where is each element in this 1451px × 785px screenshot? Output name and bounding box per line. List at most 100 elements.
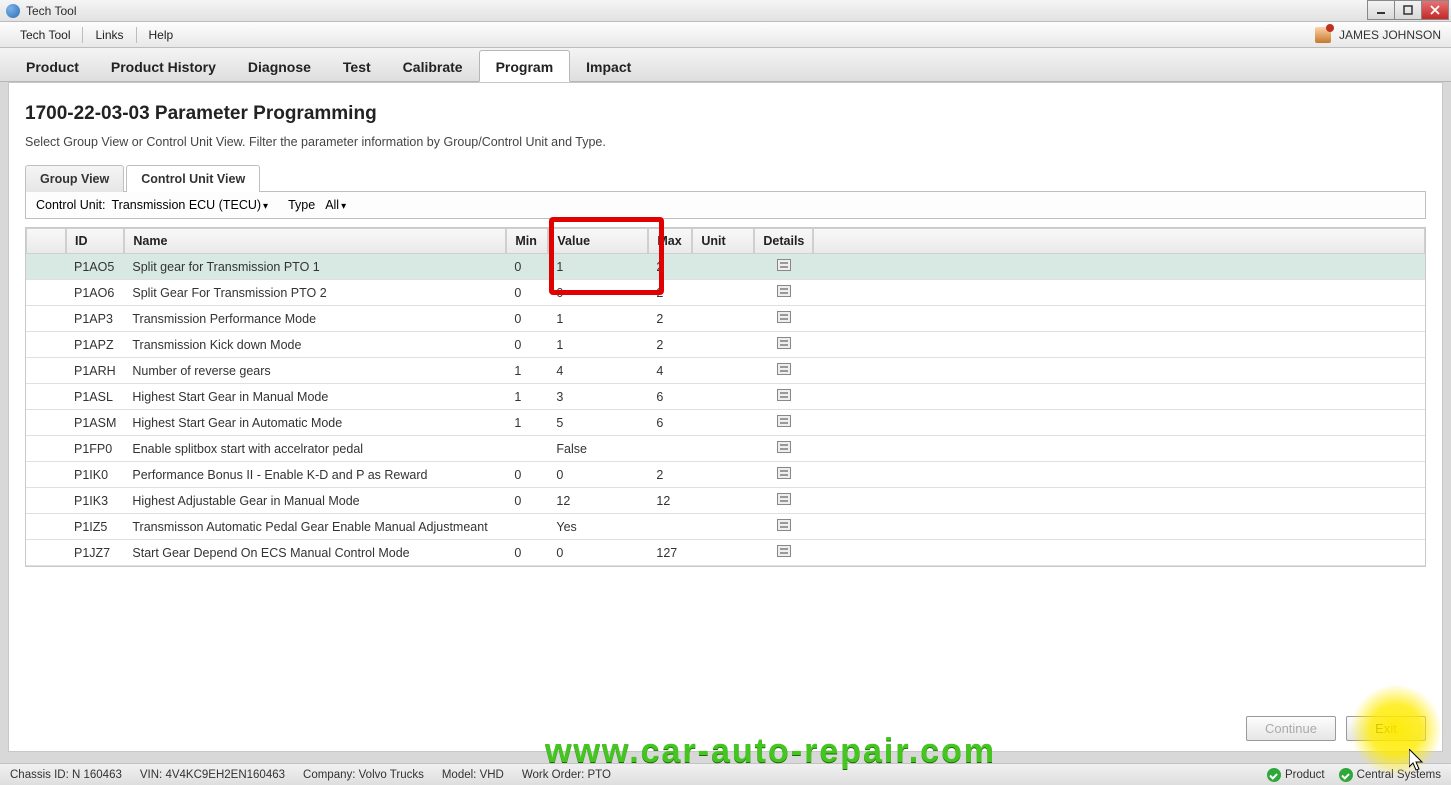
nav-product[interactable]: Product: [10, 51, 95, 81]
details-icon[interactable]: [777, 493, 791, 505]
nav-calibrate[interactable]: Calibrate: [387, 51, 479, 81]
notification-icon[interactable]: [1315, 27, 1331, 43]
row-select-cell[interactable]: [26, 280, 66, 306]
row-select-cell[interactable]: [26, 384, 66, 410]
col-max[interactable]: Max: [648, 228, 692, 254]
cell-name: Performance Bonus II - Enable K-D and P …: [124, 462, 506, 488]
table-row[interactable]: P1IZ5Transmisson Automatic Pedal Gear En…: [26, 514, 1425, 540]
cell-details[interactable]: [754, 462, 813, 488]
cell-value[interactable]: False: [548, 436, 648, 462]
row-select-cell[interactable]: [26, 306, 66, 332]
close-button[interactable]: [1421, 0, 1449, 20]
details-icon[interactable]: [777, 337, 791, 349]
row-select-cell[interactable]: [26, 410, 66, 436]
details-icon[interactable]: [777, 519, 791, 531]
menu-links[interactable]: Links: [85, 22, 133, 47]
cell-details[interactable]: [754, 436, 813, 462]
details-icon[interactable]: [777, 285, 791, 297]
table-row[interactable]: P1JZ7Start Gear Depend On ECS Manual Con…: [26, 540, 1425, 566]
cell-details[interactable]: [754, 410, 813, 436]
nav-diagnose[interactable]: Diagnose: [232, 51, 327, 81]
tab-group-view[interactable]: Group View: [25, 165, 124, 192]
cell-value[interactable]: 3: [548, 384, 648, 410]
col-name[interactable]: Name: [124, 228, 506, 254]
table-row[interactable]: P1IK0Performance Bonus II - Enable K-D a…: [26, 462, 1425, 488]
page-title: 1700-22-03-03 Parameter Programming: [25, 103, 1426, 125]
row-select-cell[interactable]: [26, 488, 66, 514]
row-select-cell[interactable]: [26, 254, 66, 280]
cell-details[interactable]: [754, 332, 813, 358]
table-row[interactable]: P1IK3Highest Adjustable Gear in Manual M…: [26, 488, 1425, 514]
table-row[interactable]: P1AP3Transmission Performance Mode012: [26, 306, 1425, 332]
cell-min: [506, 436, 548, 462]
cell-value[interactable]: 4: [548, 358, 648, 384]
table-row[interactable]: P1ASMHighest Start Gear in Automatic Mod…: [26, 410, 1425, 436]
cell-value[interactable]: 0: [548, 462, 648, 488]
cell-unit: [692, 436, 754, 462]
nav-impact[interactable]: Impact: [570, 51, 647, 81]
nav-program[interactable]: Program: [479, 50, 571, 82]
table-header-row: ID Name Min Value Max Unit Details: [26, 228, 1425, 254]
row-select-cell[interactable]: [26, 332, 66, 358]
details-icon[interactable]: [777, 467, 791, 479]
details-icon[interactable]: [777, 389, 791, 401]
user-name: JAMES JOHNSON: [1339, 28, 1441, 42]
details-icon[interactable]: [777, 415, 791, 427]
row-select-cell[interactable]: [26, 436, 66, 462]
cell-details[interactable]: [754, 358, 813, 384]
cell-details[interactable]: [754, 540, 813, 566]
table-row[interactable]: P1AO5Split gear for Transmission PTO 101…: [26, 254, 1425, 280]
row-select-cell[interactable]: [26, 540, 66, 566]
details-icon[interactable]: [777, 311, 791, 323]
row-select-cell[interactable]: [26, 462, 66, 488]
table-row[interactable]: P1ASLHighest Start Gear in Manual Mode13…: [26, 384, 1425, 410]
menu-help[interactable]: Help: [139, 22, 184, 47]
cell-details[interactable]: [754, 514, 813, 540]
cell-details[interactable]: [754, 488, 813, 514]
cell-value[interactable]: 1: [548, 306, 648, 332]
row-select-cell[interactable]: [26, 514, 66, 540]
col-min[interactable]: Min: [506, 228, 548, 254]
col-unit[interactable]: Unit: [692, 228, 754, 254]
table-row[interactable]: P1FP0Enable splitbox start with accelrat…: [26, 436, 1425, 462]
col-details[interactable]: Details: [754, 228, 813, 254]
cell-id: P1AO5: [66, 254, 124, 280]
cell-details[interactable]: [754, 306, 813, 332]
type-dropdown[interactable]: All: [325, 198, 406, 212]
primary-nav: Product Product History Diagnose Test Ca…: [0, 48, 1451, 82]
col-id[interactable]: ID: [66, 228, 124, 254]
control-unit-dropdown[interactable]: Transmission ECU (TECU): [111, 198, 268, 212]
details-icon[interactable]: [777, 441, 791, 453]
cell-details[interactable]: [754, 384, 813, 410]
cell-value[interactable]: Yes: [548, 514, 648, 540]
cell-max: 127: [648, 540, 692, 566]
cell-value[interactable]: 5: [548, 410, 648, 436]
cell-value[interactable]: 1: [548, 254, 648, 280]
table-row[interactable]: P1APZTransmission Kick down Mode012: [26, 332, 1425, 358]
minimize-button[interactable]: [1367, 0, 1395, 20]
cell-id: P1ASL: [66, 384, 124, 410]
details-icon[interactable]: [777, 259, 791, 271]
window-titlebar: Tech Tool: [0, 0, 1451, 22]
cell-max: 2: [648, 254, 692, 280]
menu-tech-tool[interactable]: Tech Tool: [10, 22, 80, 47]
table-row[interactable]: P1AO6Split Gear For Transmission PTO 200…: [26, 280, 1425, 306]
maximize-button[interactable]: [1394, 0, 1422, 20]
details-icon[interactable]: [777, 363, 791, 375]
cell-value[interactable]: 1: [548, 332, 648, 358]
cell-value[interactable]: 12: [548, 488, 648, 514]
exit-button[interactable]: Exit: [1346, 716, 1426, 741]
col-value[interactable]: Value: [548, 228, 648, 254]
cell-details[interactable]: [754, 280, 813, 306]
cell-id: P1ASM: [66, 410, 124, 436]
row-select-cell[interactable]: [26, 358, 66, 384]
cell-value[interactable]: 0: [548, 280, 648, 306]
table-row[interactable]: P1ARHNumber of reverse gears144: [26, 358, 1425, 384]
nav-product-history[interactable]: Product History: [95, 51, 232, 81]
cell-details[interactable]: [754, 254, 813, 280]
cell-value[interactable]: 0: [548, 540, 648, 566]
tab-control-unit-view[interactable]: Control Unit View: [126, 165, 260, 192]
details-icon[interactable]: [777, 545, 791, 557]
nav-test[interactable]: Test: [327, 51, 387, 81]
cell-id: P1IK3: [66, 488, 124, 514]
